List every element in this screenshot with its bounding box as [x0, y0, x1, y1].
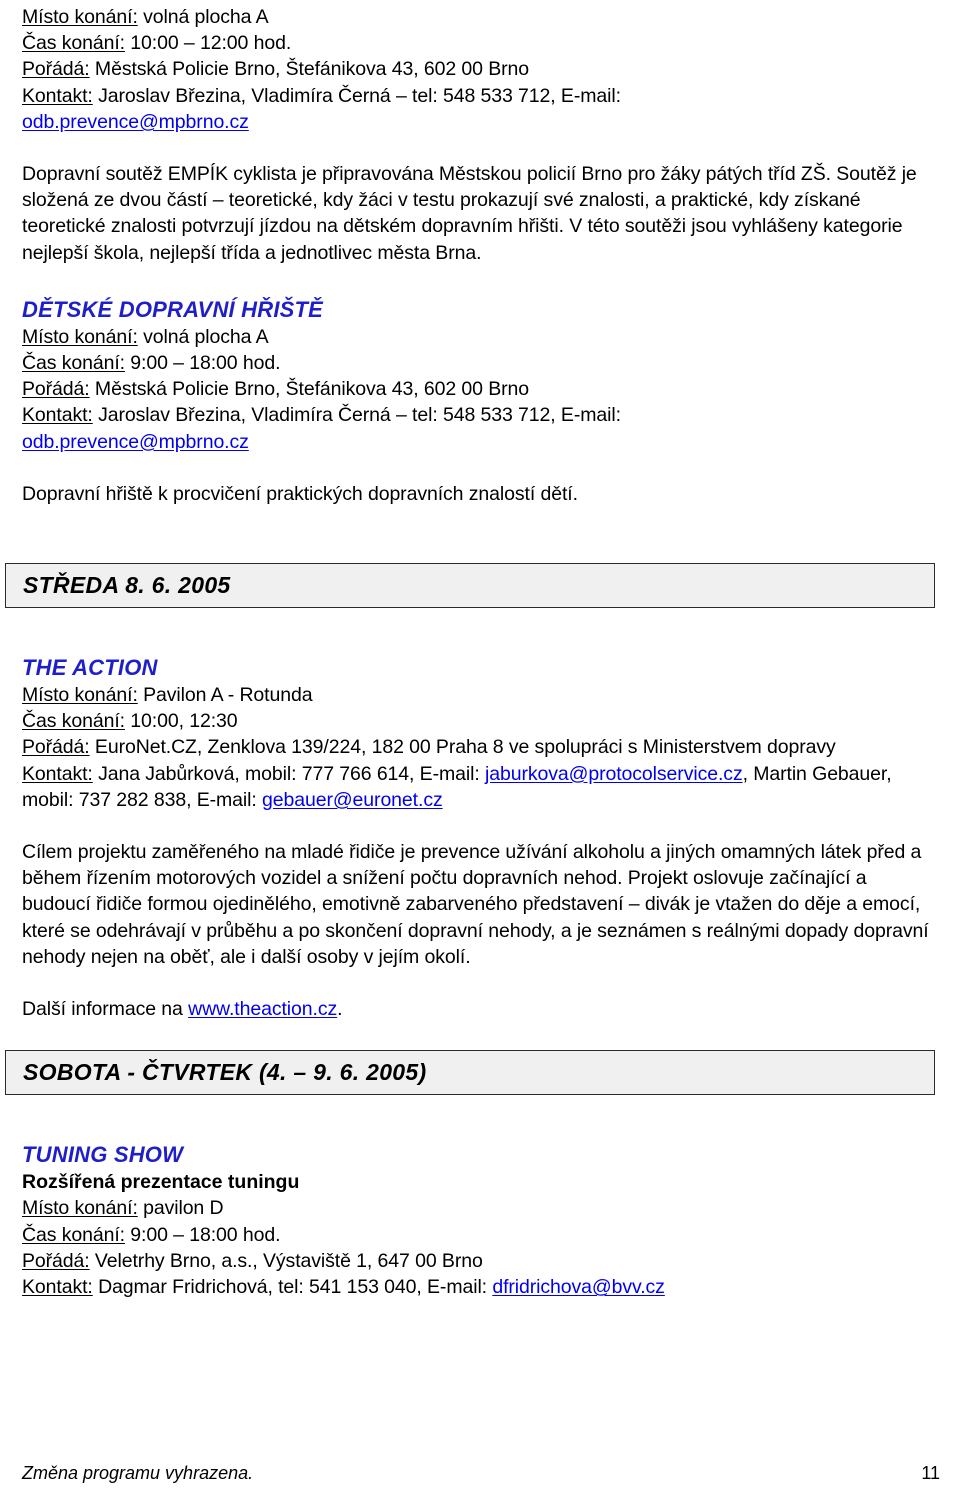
- detail-label-contact: Kontakt:: [22, 404, 93, 427]
- detail-value-time: 9:00 – 18:00 hod.: [124, 1223, 281, 1246]
- event-block-tuning-show: TUNING SHOW Rozšířená prezentace tuningu…: [22, 1141, 940, 1300]
- detail-line-contact: Kontakt: Jaroslav Březina, Vladimíra Čer…: [22, 402, 940, 428]
- detail-line-place: Místo konání: pavilon D: [22, 1195, 940, 1221]
- date-header-sobota-ctvrtek: SOBOTA - ČTVRTEK (4. – 9. 6. 2005): [5, 1050, 935, 1096]
- detail-label-place: Místo konání:: [22, 6, 138, 28]
- more-info-suffix: .: [337, 998, 343, 1021]
- event-description-the-action: Cílem projektu zaměřeného na mladé řidič…: [22, 841, 929, 968]
- event-description-empik: Dopravní soutěž EMPÍK cyklista je připra…: [22, 163, 917, 264]
- detail-line-email: odb.prevence@mpbrno.cz: [22, 429, 940, 455]
- detail-line-time: Čas konání: 9:00 – 18:00 hod.: [22, 350, 940, 376]
- detail-value-organizer: EuroNet.CZ, Zenklova 139/224, 182 00 Pra…: [89, 736, 836, 759]
- detail-label-organizer: Pořádá:: [22, 378, 90, 401]
- date-header-text: STŘEDA 8. 6. 2005: [23, 572, 231, 599]
- detail-line-contact: Kontakt: Dagmar Fridrichová, tel: 541 15…: [22, 1274, 940, 1300]
- detail-value-organizer: Městská Policie Brno, Štefánikova 43, 60…: [89, 58, 530, 81]
- detail-value-place: pavilon D: [137, 1197, 224, 1220]
- detail-line-time: Čas konání: 9:00 – 18:00 hod.: [22, 1222, 940, 1248]
- detail-line-email: odb.prevence@mpbrno.cz: [22, 109, 940, 135]
- detail-line-place: Místo konání: volná plocha A: [22, 4, 940, 30]
- event-heading-tuning-show: TUNING SHOW: [22, 1142, 184, 1168]
- detail-label-time: Čas konání:: [22, 352, 125, 375]
- document-page: Místo konání: volná plocha A Čas konání:…: [0, 0, 960, 1507]
- detail-label-place: Místo konání:: [22, 684, 138, 707]
- detail-line-organizer: Pořádá: Městská Policie Brno, Štefánikov…: [22, 376, 940, 402]
- email-link-dfridrichova[interactable]: dfridrichova@bvv.cz: [492, 1276, 665, 1298]
- detail-line-place: Místo konání: volná plocha A: [22, 324, 940, 350]
- event-block-detske-dopravni-hriste: DĚTSKÉ DOPRAVNÍ HŘIŠTĚ Místo konání: vol…: [22, 296, 940, 507]
- email-link-odb-prevence[interactable]: odb.prevence@mpbrno.cz: [22, 111, 249, 133]
- email-link-odb-prevence[interactable]: odb.prevence@mpbrno.cz: [22, 431, 249, 453]
- email-link-gebauer[interactable]: gebauer@euronet.cz: [262, 789, 443, 811]
- event-description-hriste: Dopravní hřiště k procvičení praktických…: [22, 482, 578, 505]
- detail-label-organizer: Pořádá:: [22, 736, 90, 759]
- detail-value-contact: Dagmar Fridrichová, tel: 541 153 040, E-…: [92, 1276, 493, 1299]
- detail-line-place: Místo konání: Pavilon A - Rotunda: [22, 682, 940, 708]
- detail-line-contact: Kontakt: Jana Jabůrková, mobil: 777 766 …: [22, 761, 940, 813]
- detail-label-contact: Kontakt:: [22, 1276, 93, 1299]
- more-info-line: Další informace na www.theaction.cz.: [22, 996, 940, 1022]
- document-content: Místo konání: volná plocha A Čas konání:…: [5, 4, 940, 1300]
- detail-label-organizer: Pořádá:: [22, 58, 90, 81]
- detail-line-organizer: Pořádá: Veletrhy Brno, a.s., Výstaviště …: [22, 1248, 940, 1274]
- event-block-the-action: THE ACTION Místo konání: Pavilon A - Rot…: [22, 654, 940, 1022]
- event-heading-detske-dopravni-hriste: DĚTSKÉ DOPRAVNÍ HŘIŠTĚ: [22, 296, 324, 322]
- detail-line-organizer: Pořádá: EuroNet.CZ, Zenklova 139/224, 18…: [22, 734, 940, 760]
- detail-value-time: 9:00 – 18:00 hod.: [124, 352, 281, 375]
- email-link-jaburkova[interactable]: jaburkova@protocolservice.cz: [485, 763, 743, 785]
- detail-label-contact: Kontakt:: [22, 84, 93, 107]
- page-footer: Změna programu vyhrazena. 11: [22, 1462, 940, 1484]
- detail-value-organizer: Městská Policie Brno, Štefánikova 43, 60…: [89, 378, 530, 401]
- footer-note: Změna programu vyhrazena.: [22, 1463, 254, 1483]
- detail-label-time: Čas konání:: [22, 32, 125, 55]
- detail-value-organizer: Veletrhy Brno, a.s., Výstaviště 1, 647 0…: [89, 1249, 483, 1272]
- website-link-theaction[interactable]: www.theaction.cz: [188, 998, 337, 1020]
- detail-label-time: Čas konání:: [22, 1223, 125, 1246]
- event-heading-the-action: THE ACTION: [22, 655, 158, 681]
- detail-line-contact: Kontakt: Jaroslav Březina, Vladimíra Čer…: [22, 83, 940, 109]
- detail-value-time: 10:00, 12:30: [124, 710, 238, 733]
- detail-line-time: Čas konání: 10:00, 12:30: [22, 708, 940, 734]
- date-header-streda: STŘEDA 8. 6. 2005: [5, 563, 935, 609]
- detail-label-time: Čas konání:: [22, 710, 125, 733]
- detail-line-organizer: Pořádá: Městská Policie Brno, Štefánikov…: [22, 56, 940, 82]
- detail-line-time: Čas konání: 10:00 – 12:00 hod.: [22, 30, 940, 56]
- detail-contact-part1: Jana Jabůrková, mobil: 777 766 614, E-ma…: [92, 762, 485, 785]
- detail-value-contact: Jaroslav Březina, Vladimíra Černá – tel:…: [92, 404, 621, 427]
- detail-value-place: volná plocha A: [137, 6, 269, 28]
- detail-label-place: Místo konání:: [22, 325, 138, 348]
- event-subheading-tuning-show: Rozšířená prezentace tuningu: [22, 1171, 300, 1194]
- event-block-empik-cyklista: Místo konání: volná plocha A Čas konání:…: [22, 4, 940, 266]
- detail-label-contact: Kontakt:: [22, 762, 93, 785]
- footer-page-number: 11: [921, 1463, 940, 1483]
- detail-label-organizer: Pořádá:: [22, 1249, 90, 1272]
- detail-value-place: Pavilon A - Rotunda: [137, 684, 313, 707]
- detail-value-contact: Jaroslav Březina, Vladimíra Černá – tel:…: [92, 84, 621, 107]
- date-header-text: SOBOTA - ČTVRTEK (4. – 9. 6. 2005): [23, 1059, 427, 1086]
- detail-value-time: 10:00 – 12:00 hod.: [124, 32, 292, 55]
- more-info-prefix: Další informace na: [22, 998, 189, 1021]
- detail-value-place: volná plocha A: [137, 325, 269, 348]
- detail-label-place: Místo konání:: [22, 1197, 138, 1220]
